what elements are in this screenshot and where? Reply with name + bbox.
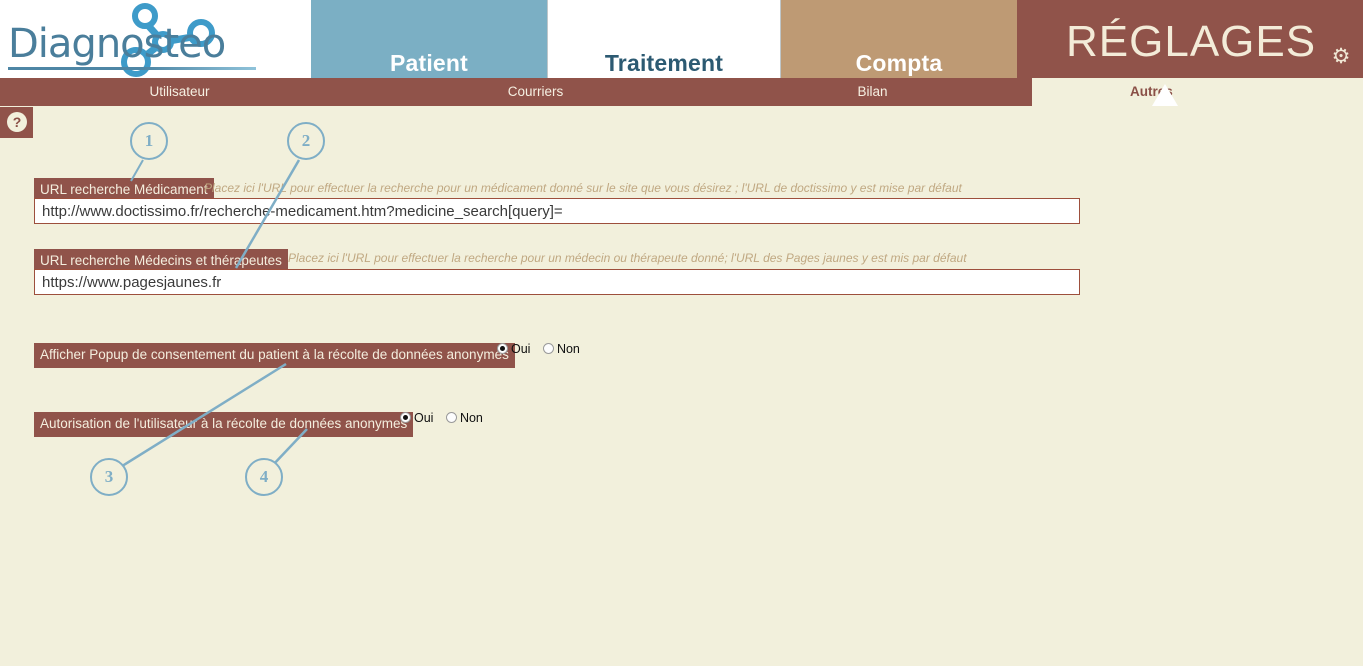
radio-popup-non[interactable]: Non [542,341,580,356]
radio-dot-empty-icon [542,342,554,354]
logo-underline [8,67,256,70]
tab-traitement[interactable]: Traitement [547,0,781,78]
tab-patient[interactable]: Patient [311,0,547,78]
label-autorisation-utilisateur: Autorisation de l'utilisateur à la récol… [34,412,414,437]
callout-4: 4 [245,458,283,496]
radio-dot-selected-icon [497,342,508,354]
subtab-courriers[interactable]: Courriers [404,78,667,106]
radio-dot-selected-icon [400,411,411,423]
subtab-utilisateur[interactable]: Utilisateur [48,78,311,106]
radio-group-autorisation-utilisateur: Oui Non [400,410,492,425]
help-button[interactable]: ? [0,107,33,138]
radio-popup-oui-label: Oui [511,341,531,356]
gear-icon[interactable]: ⚙ [1330,46,1352,68]
active-subtab-arrow [1152,84,1178,106]
hint-url-medecins: Placez ici l'URL pour effectuer la reche… [288,251,967,265]
radio-autorisation-oui-label: Oui [414,410,434,425]
radio-autorisation-non-label: Non [459,410,483,425]
subtab-bilan[interactable]: Bilan [741,78,1004,106]
radio-autorisation-oui[interactable]: Oui [400,411,433,425]
main-header: Diagnosteo Patient Traitement Compta RÉG… [0,0,1363,78]
radio-popup-non-label: Non [556,341,580,356]
label-popup-consentement: Afficher Popup de consentement du patien… [34,343,515,368]
radio-autorisation-non[interactable]: Non [445,410,483,425]
radio-dot-empty-icon [445,411,457,423]
logo-text: Diagnosteo [8,21,226,67]
callout-2: 2 [287,122,325,160]
logo-cell[interactable]: Diagnosteo [0,0,311,78]
radio-popup-oui[interactable]: Oui [497,342,530,356]
callout-1: 1 [130,122,168,160]
application-window: Diagnosteo Patient Traitement Compta RÉG… [0,0,1363,666]
input-url-medecins[interactable] [34,269,1080,295]
question-mark-icon: ? [7,112,27,132]
callout-3: 3 [90,458,128,496]
tab-compta[interactable]: Compta [781,0,1017,78]
hint-url-medicament: Placez ici l'URL pour effectuer la reche… [204,181,962,195]
radio-group-popup-consentement: Oui Non [497,341,589,356]
subtab-autres[interactable]: Autres [1130,78,1270,106]
logo: Diagnosteo [8,0,258,78]
page-title: RÉGLAGES [1066,17,1317,66]
input-url-medicament[interactable] [34,198,1080,224]
